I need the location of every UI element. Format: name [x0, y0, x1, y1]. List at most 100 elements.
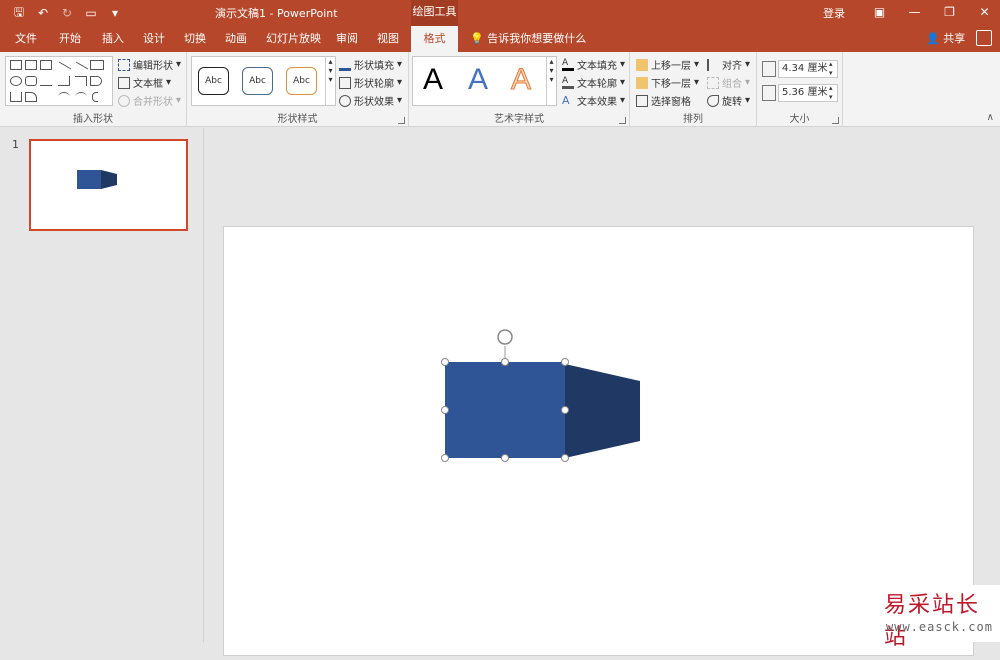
shape-styles-gallery[interactable]: Abc Abc Abc ▴ ▾ ▾	[191, 56, 336, 106]
redo-icon[interactable]: ↻	[58, 6, 76, 20]
start-from-beginning-icon[interactable]: ▭	[82, 6, 100, 20]
text-box-button[interactable]: 文本框 ▾	[118, 75, 171, 90]
wordart-preset-orange[interactable]: A	[510, 63, 531, 97]
tab-transitions[interactable]: 切换	[184, 26, 206, 52]
resize-handle[interactable]	[441, 358, 449, 366]
text-fill-button[interactable]: A 文本填充 ▾	[562, 57, 625, 72]
shape-effects-button[interactable]: 形状效果 ▾	[339, 93, 402, 108]
wordart-preset-blue[interactable]: A	[468, 63, 488, 97]
group-arrange: 上移一层 ▾ 下移一层 ▾ 选择窗格 对齐 ▾ 组合 ▾ 旋转 ▾ 排列	[630, 52, 757, 127]
minimize-button[interactable]: —	[897, 0, 932, 26]
height-icon	[762, 61, 776, 77]
wordart-gallery-scroll[interactable]: ▴ ▾ ▾	[546, 57, 556, 105]
slide-thumbnail-1[interactable]	[29, 139, 188, 231]
style-preset-dark[interactable]: Abc	[198, 67, 229, 95]
shape-fill-button[interactable]: 形状填充 ▾	[339, 57, 402, 72]
resize-handle[interactable]	[501, 358, 509, 366]
shape-line-icon[interactable]	[58, 61, 72, 70]
comments-icon[interactable]	[976, 30, 992, 46]
shape-arc-icon[interactable]	[58, 92, 70, 102]
tell-me-search[interactable]: 💡 告诉我你想要做什么	[470, 26, 586, 52]
shape-elbow-connector-icon[interactable]	[58, 76, 70, 86]
tab-review[interactable]: 审阅	[336, 26, 358, 52]
height-spinner[interactable]: ▴ ▾	[829, 60, 833, 78]
dropdown-icon: ▾	[745, 95, 751, 106]
gallery-scroll[interactable]: ▴ ▾ ▾	[325, 57, 335, 105]
dropdown-icon: ▾	[745, 59, 751, 70]
group-button[interactable]: 组合 ▾	[707, 75, 750, 90]
dropdown-icon: ▾	[166, 77, 172, 88]
shape-side-face[interactable]	[565, 364, 640, 458]
shape-flowchart-icon[interactable]	[25, 92, 37, 102]
selection-pane-button[interactable]: 选择窗格	[636, 93, 691, 108]
dropdown-icon: ▾	[694, 77, 700, 88]
tab-view[interactable]: 视图	[377, 26, 399, 52]
restore-button[interactable]: ❐	[932, 0, 967, 26]
merge-shapes-button[interactable]: 合并形状 ▾	[118, 93, 181, 108]
resize-handle[interactable]	[561, 358, 569, 366]
shape-outline-button[interactable]: 形状轮廓 ▾	[339, 75, 402, 90]
edit-shape-button[interactable]: 编辑形状 ▾	[118, 57, 181, 72]
text-outline-button[interactable]: A 文本轮廓 ▾	[562, 75, 625, 90]
undo-icon[interactable]: ↶	[34, 6, 52, 20]
share-button[interactable]: 👤 共享	[926, 26, 965, 52]
shape-curve-icon[interactable]	[75, 92, 87, 102]
tab-slideshow[interactable]: 幻灯片放映	[266, 26, 321, 52]
rotate-handle-icon[interactable]	[497, 329, 513, 345]
shapes-gallery[interactable]	[5, 56, 113, 106]
width-spinner[interactable]: ▴ ▾	[829, 84, 833, 102]
send-backward-button[interactable]: 下移一层 ▾	[636, 75, 699, 90]
quick-access-toolbar: 🖫 ↶ ↻ ▭ ▾	[10, 3, 124, 23]
shape-elbow-arrow-icon[interactable]	[75, 76, 87, 86]
tab-design[interactable]: 设计	[143, 26, 165, 52]
dropdown-icon: ▾	[694, 59, 700, 70]
wordart-gallery[interactable]: A A A ▴ ▾ ▾	[412, 56, 557, 106]
save-icon[interactable]: 🖫	[10, 3, 28, 24]
shape-brace-icon[interactable]	[92, 92, 98, 102]
shape-vertical-textbox-icon[interactable]	[40, 60, 52, 70]
wordart-launcher-icon[interactable]	[619, 117, 626, 124]
align-button[interactable]: 对齐 ▾	[707, 57, 750, 72]
style-preset-blue[interactable]: Abc	[242, 67, 273, 95]
shape-freeform-icon[interactable]	[40, 92, 52, 102]
customize-qat-icon[interactable]: ▾	[106, 6, 124, 20]
resize-handle[interactable]	[501, 454, 509, 462]
tab-file[interactable]: 文件	[15, 26, 37, 52]
tab-insert[interactable]: 插入	[102, 26, 124, 52]
rotate-label: 旋转	[722, 97, 742, 108]
style-preset-orange[interactable]: Abc	[286, 67, 317, 95]
tab-format[interactable]: 格式	[411, 26, 458, 52]
tab-animations[interactable]: 动画	[225, 26, 247, 52]
ribbon-display-options-icon[interactable]: ▣	[862, 0, 897, 26]
shape-rounded-rect-icon[interactable]	[25, 76, 37, 86]
shape-styles-launcher-icon[interactable]	[398, 117, 405, 124]
shape-rectangle-icon[interactable]	[90, 60, 104, 70]
thumbnail-shape	[77, 170, 117, 189]
slide-canvas[interactable]	[223, 226, 974, 656]
resize-handle[interactable]	[561, 454, 569, 462]
shape-arrow-icon[interactable]	[75, 61, 89, 70]
login-link[interactable]: 登录	[823, 5, 845, 21]
text-effects-button[interactable]: A 文本效果 ▾	[562, 93, 625, 109]
selected-rectangle-shape[interactable]	[445, 362, 565, 458]
shape-triangle-icon[interactable]	[40, 76, 52, 86]
bring-forward-label: 上移一层	[651, 61, 691, 72]
resize-handle[interactable]	[561, 406, 569, 414]
tab-home[interactable]: 开始	[59, 26, 81, 52]
shape-textbox-icon[interactable]	[25, 60, 37, 70]
wordart-preset-black[interactable]: A	[423, 63, 443, 97]
width-value: 5.36 厘米	[782, 87, 828, 98]
title-bar: 🖫 ↶ ↻ ▭ ▾ 演示文稿1 - PowerPoint 绘图工具 登录 ▣ —…	[0, 0, 1000, 26]
resize-handle[interactable]	[441, 406, 449, 414]
shape-down-arrow-icon[interactable]	[10, 92, 22, 102]
close-button[interactable]: ✕	[967, 0, 1000, 26]
collapse-ribbon-icon[interactable]: ∧	[987, 112, 994, 123]
shape-trapezoid-icon[interactable]	[10, 60, 22, 70]
shape-oval-icon[interactable]	[10, 76, 22, 86]
resize-handle[interactable]	[441, 454, 449, 462]
dropdown-icon: ▾	[620, 77, 626, 88]
size-launcher-icon[interactable]	[832, 117, 839, 124]
bring-forward-button[interactable]: 上移一层 ▾	[636, 57, 699, 72]
shape-right-arrow-icon[interactable]	[90, 76, 102, 86]
rotate-button[interactable]: 旋转 ▾	[707, 93, 750, 108]
